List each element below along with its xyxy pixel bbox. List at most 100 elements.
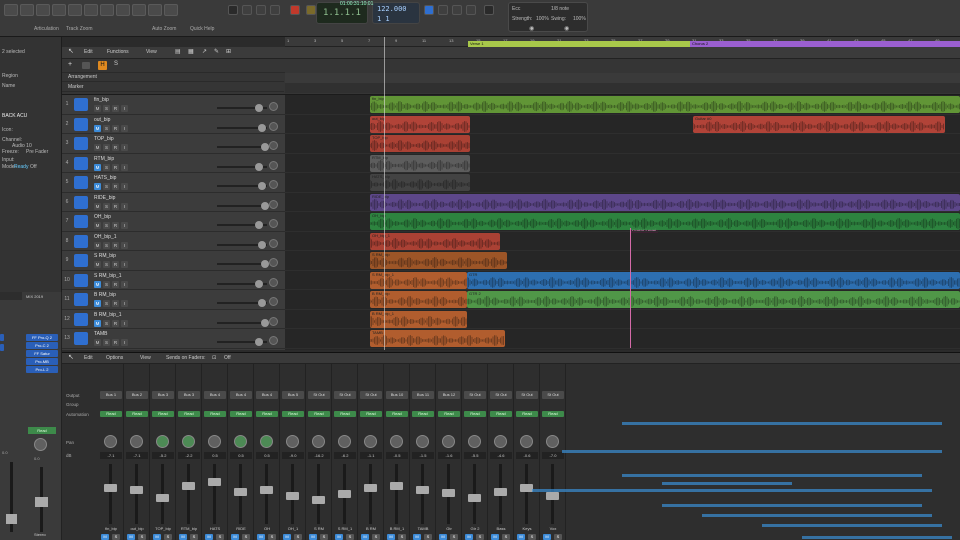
automation-mode[interactable]: Read xyxy=(282,411,304,417)
mute-button[interactable]: M xyxy=(127,534,135,540)
loop-browser-icon[interactable] xyxy=(148,4,162,16)
sends-on-faders-value[interactable]: Off xyxy=(224,355,231,361)
arrange-menu-edit[interactable]: Edit xyxy=(84,49,93,55)
rewind-button[interactable] xyxy=(228,5,238,15)
record-enable-button[interactable]: R xyxy=(112,105,119,112)
volume-slider-knob[interactable] xyxy=(255,162,263,171)
volume-slider-knob[interactable] xyxy=(255,279,263,288)
pan-knob[interactable] xyxy=(269,219,278,228)
plugin-slot-left-2[interactable] xyxy=(0,344,4,351)
solo-mode-button[interactable] xyxy=(466,5,476,15)
output-select[interactable]: St Out xyxy=(360,391,382,399)
fader-cap[interactable] xyxy=(468,494,481,502)
track-header-row[interactable]: 7 OH_bip M S R I xyxy=(62,212,285,232)
pan-knob[interactable] xyxy=(520,435,533,448)
plugin-slot-4[interactable]: Pro-MB xyxy=(26,358,58,365)
volume-slider-knob[interactable] xyxy=(261,260,269,268)
solo-button[interactable]: S xyxy=(372,534,380,540)
mute-button[interactable]: M xyxy=(94,300,101,307)
quantize-note[interactable]: 1/8 note xyxy=(551,6,569,12)
fader-cap[interactable] xyxy=(104,484,117,492)
mute-button[interactable]: M xyxy=(94,319,101,327)
mute-button[interactable]: M xyxy=(517,534,525,540)
fader-track[interactable] xyxy=(421,464,424,524)
browser-icon[interactable] xyxy=(164,4,178,16)
pan-knob[interactable] xyxy=(104,435,117,448)
pan-knob[interactable] xyxy=(364,435,377,448)
plugin-slot-2[interactable]: Pro-C 2 xyxy=(26,342,58,349)
fader-cap[interactable] xyxy=(442,489,455,497)
track-header[interactable]: BACK ACU xyxy=(2,113,27,119)
track-header-row[interactable]: 8 OH_bip_1 M S R I xyxy=(62,232,285,251)
record-enable-button[interactable]: R xyxy=(112,183,119,190)
record-enable-button[interactable]: R xyxy=(112,261,119,268)
mute-button[interactable]: M xyxy=(257,534,265,540)
play-button[interactable] xyxy=(270,5,280,15)
track-header-row[interactable]: 9 S RM_bip M S R I xyxy=(62,251,285,271)
automation-mode[interactable]: Read xyxy=(230,411,252,417)
mute-button[interactable]: M xyxy=(361,534,369,540)
volume-slider-knob[interactable] xyxy=(261,318,269,327)
audio-region[interactable]: OH_bip xyxy=(370,213,960,230)
plugin-slot-left[interactable] xyxy=(0,334,4,341)
input-monitor-button[interactable]: I xyxy=(121,319,128,327)
track-name[interactable]: S RM_bip xyxy=(94,253,116,259)
solo-button[interactable]: S xyxy=(346,534,354,540)
sends-on-faders-icon[interactable]: ⊡ xyxy=(212,355,216,361)
volume-slider[interactable] xyxy=(217,338,267,346)
pan-knob[interactable] xyxy=(442,435,455,448)
automation-mode[interactable]: Read xyxy=(334,411,356,417)
mute-button[interactable]: M xyxy=(94,105,101,112)
pan-knob[interactable] xyxy=(269,258,278,267)
fader-cap[interactable] xyxy=(364,484,377,492)
record-enable-button[interactable]: R xyxy=(112,163,119,171)
output-select[interactable]: Bus 5 xyxy=(282,391,304,399)
pan-knob[interactable] xyxy=(546,435,559,448)
volume-slider[interactable] xyxy=(217,260,269,268)
master-volume-icon[interactable] xyxy=(484,5,494,15)
solo-button[interactable]: S xyxy=(398,534,406,540)
fader-track[interactable] xyxy=(395,464,398,524)
pan-knob[interactable] xyxy=(286,435,299,448)
solo-button[interactable]: S xyxy=(103,144,110,151)
swing-value[interactable]: 100% xyxy=(573,16,586,22)
output-select[interactable]: Bus 3 xyxy=(178,391,200,399)
fader-track[interactable] xyxy=(265,464,268,524)
mute-button[interactable]: M xyxy=(439,534,447,540)
fader-track[interactable] xyxy=(317,464,320,524)
input-monitor-button[interactable]: I xyxy=(121,280,128,288)
track-header-row[interactable]: 10 S RM_bip_1 M S R I xyxy=(62,271,285,290)
track-name[interactable]: TAMB xyxy=(94,331,108,337)
pan-knob[interactable] xyxy=(494,435,507,448)
library-icon[interactable] xyxy=(4,4,18,16)
track-name[interactable]: OH_bip_1 xyxy=(94,234,117,240)
output-select[interactable]: St Out xyxy=(334,391,356,399)
solo-button[interactable]: S xyxy=(164,534,172,540)
arrangement-lane[interactable] xyxy=(285,73,960,83)
volume-slider[interactable] xyxy=(217,123,267,132)
record-enable-button[interactable]: R xyxy=(112,319,119,327)
record-enable-button[interactable]: R xyxy=(112,144,119,151)
solo-button[interactable]: S xyxy=(103,163,110,171)
pan-knob[interactable] xyxy=(269,180,278,189)
output-select[interactable]: St Out xyxy=(308,391,330,399)
mute-button[interactable]: M xyxy=(94,124,101,132)
volume-slider[interactable] xyxy=(217,182,267,190)
mixer-icon[interactable] xyxy=(84,4,98,16)
automation-mode[interactable]: Read xyxy=(152,411,174,417)
track-name[interactable]: fin_bip xyxy=(94,97,109,103)
input-monitor-button[interactable]: I xyxy=(121,241,128,249)
mute-button[interactable]: M xyxy=(153,534,161,540)
playhead[interactable] xyxy=(384,37,385,350)
pan-knob[interactable] xyxy=(269,141,278,150)
mute-button[interactable]: M xyxy=(94,202,101,210)
add-track-icon[interactable]: + xyxy=(68,61,72,68)
strip-fader-cap-2[interactable] xyxy=(35,497,48,507)
catch-icon[interactable] xyxy=(82,62,90,69)
volume-slider[interactable] xyxy=(217,240,267,249)
audio-region[interactable]: fin_bip xyxy=(370,96,960,113)
mute-button[interactable]: M xyxy=(179,534,187,540)
track-header-row[interactable]: 2 out_bip M S R I xyxy=(62,115,285,134)
list-editors-icon[interactable] xyxy=(116,4,130,16)
pan-knob[interactable] xyxy=(208,435,221,448)
